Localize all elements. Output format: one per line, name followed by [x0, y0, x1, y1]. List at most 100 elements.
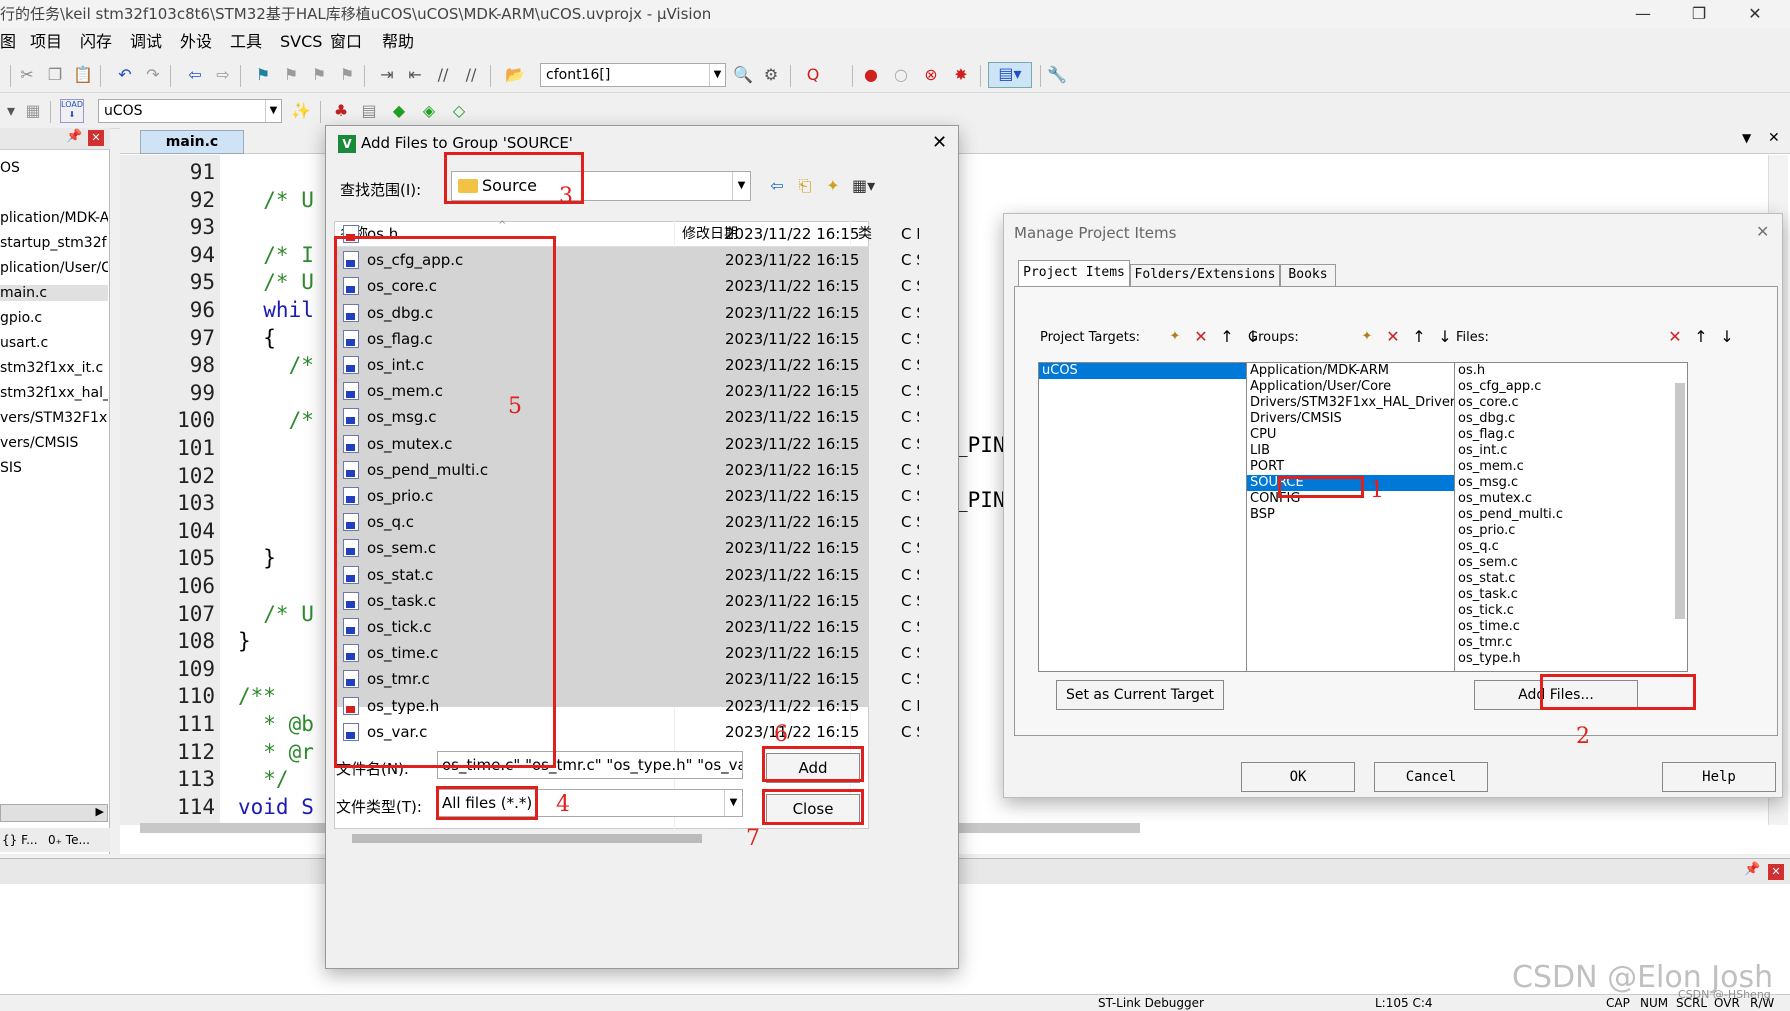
- delete-group-icon[interactable]: ✕: [1382, 326, 1404, 348]
- bookmark-prev-icon[interactable]: ⚑: [280, 64, 302, 86]
- close-pane-icon[interactable]: ✕: [88, 130, 104, 146]
- group-item[interactable]: PORT: [1247, 459, 1479, 475]
- tab-main-c[interactable]: main.c: [140, 130, 244, 154]
- project-file-item[interactable]: os_pend_multi.c: [1455, 507, 1687, 523]
- breakpoint-disable-all-icon[interactable]: ⊗: [920, 64, 942, 86]
- find-icon[interactable]: 🔍: [732, 64, 754, 86]
- file-row[interactable]: os_msg.c 2023/11/22 16:15 C S: [335, 404, 943, 430]
- tree-item[interactable]: stm32f1xx_it.c: [0, 360, 108, 376]
- up-folder-icon[interactable]: ⎗: [794, 175, 816, 197]
- close-button[interactable]: Close: [766, 794, 860, 824]
- target-combo[interactable]: uCOS ▼: [98, 99, 282, 123]
- chevron-down-icon[interactable]: ▼: [724, 790, 742, 816]
- file-row[interactable]: os_int.c 2023/11/22 16:15 C S: [335, 352, 943, 378]
- menu-item-flash[interactable]: 闪存: [80, 28, 112, 56]
- tab-list-icon[interactable]: ▼: [1742, 131, 1751, 145]
- project-file-item[interactable]: os_tick.c: [1455, 603, 1687, 619]
- pack-installer-icon[interactable]: ◈: [418, 100, 440, 122]
- menu-item-debug[interactable]: 调试: [130, 28, 162, 56]
- file-row[interactable]: os_cfg_app.c 2023/11/22 16:15 C S: [335, 247, 943, 273]
- project-file-item[interactable]: os_sem.c: [1455, 555, 1687, 571]
- debug-session-icon[interactable]: Q: [802, 64, 824, 86]
- project-file-item[interactable]: os_mutex.c: [1455, 491, 1687, 507]
- group-item[interactable]: BSP: [1247, 507, 1479, 523]
- batch-build-icon[interactable]: ▦: [22, 100, 44, 122]
- bookmark-icon[interactable]: ⚑: [252, 64, 274, 86]
- close-output-icon[interactable]: ✕: [1768, 864, 1784, 880]
- group-item[interactable]: Drivers/STM32F1xx_HAL_Driver: [1247, 395, 1479, 411]
- breakpoint-kill-icon[interactable]: ✸: [950, 64, 972, 86]
- group-item[interactable]: Application/User/Core: [1247, 379, 1479, 395]
- file-row[interactable]: os_mem.c 2023/11/22 16:15 C S: [335, 378, 943, 404]
- group-item[interactable]: Drivers/CMSIS: [1247, 411, 1479, 427]
- group-item[interactable]: CPU: [1247, 427, 1479, 443]
- move-down-icon[interactable]: ↓: [1716, 326, 1738, 348]
- menu-item-view[interactable]: 图: [0, 28, 16, 56]
- comment-icon[interactable]: //: [432, 64, 454, 86]
- filename-input[interactable]: os_time.c" "os_tmr.c" "os_type.h" "os_va…: [437, 751, 743, 779]
- file-row[interactable]: os_pend_multi.c 2023/11/22 16:15 C S: [335, 457, 943, 483]
- horizontal-scrollbar[interactable]: ▶: [0, 804, 108, 822]
- project-file-item[interactable]: os_tmr.c: [1455, 635, 1687, 651]
- file-row[interactable]: os_mutex.c 2023/11/22 16:15 C S: [335, 431, 943, 457]
- file-row[interactable]: os_core.c 2023/11/22 16:15 C S: [335, 273, 943, 299]
- font-combo[interactable]: cfont16[] ▼: [540, 63, 726, 87]
- run-env-icon[interactable]: ◇: [448, 100, 470, 122]
- menu-item-project[interactable]: 项目: [30, 28, 62, 56]
- ok-button[interactable]: OK: [1241, 762, 1355, 792]
- close-icon[interactable]: ✕: [1756, 222, 1769, 241]
- file-row[interactable]: os_prio.c 2023/11/22 16:15 C S: [335, 483, 943, 509]
- back-icon[interactable]: ⇦: [766, 175, 788, 197]
- tree-item[interactable]: OS: [0, 160, 108, 176]
- move-up-icon[interactable]: ↑: [1216, 326, 1238, 348]
- project-file-item[interactable]: os_msg.c: [1455, 475, 1687, 491]
- tree-item[interactable]: gpio.c: [0, 310, 108, 326]
- window-layout-icon[interactable]: ▤▾: [988, 62, 1032, 88]
- find-in-files-icon[interactable]: 📂: [504, 64, 526, 86]
- paste-icon[interactable]: 📋: [72, 64, 94, 86]
- tab-folders-extensions[interactable]: Folders/Extensions: [1130, 264, 1280, 286]
- breakpoint-icon[interactable]: ●: [860, 64, 882, 86]
- files-list[interactable]: os.h os_cfg_app.c os_core.c os_dbg.c os_flag…: [1454, 362, 1688, 672]
- lookin-combo[interactable]: Source ▼: [451, 171, 751, 201]
- tab-project-items[interactable]: Project Items: [1018, 260, 1130, 286]
- chevron-down-icon[interactable]: ▼: [265, 100, 281, 122]
- tree-item[interactable]: plication/MDK-AI: [0, 210, 108, 226]
- menu-item-help[interactable]: 帮助: [382, 28, 414, 56]
- bookmark-clear-icon[interactable]: ⚑: [336, 64, 358, 86]
- group-item[interactable]: Application/MDK-ARM: [1247, 363, 1479, 379]
- project-file-item[interactable]: os_dbg.c: [1455, 411, 1687, 427]
- chevron-down-icon[interactable]: ▼: [732, 172, 750, 200]
- tree-item[interactable]: startup_stm32f1: [0, 235, 108, 251]
- target-item[interactable]: uCOS: [1039, 363, 1275, 379]
- tab-books[interactable]: Books: [1280, 264, 1336, 286]
- close-icon[interactable]: ✕: [932, 132, 947, 153]
- targets-list[interactable]: uCOS: [1038, 362, 1276, 672]
- tree-item[interactable]: SIS: [0, 460, 108, 476]
- move-down-icon[interactable]: ↓: [1434, 326, 1456, 348]
- file-row[interactable]: os_time.c 2023/11/22 16:15 C S: [335, 640, 943, 666]
- close-window-icon[interactable]: ✕: [1732, 0, 1778, 28]
- file-extensions-icon[interactable]: ♣: [330, 100, 352, 122]
- new-group-icon[interactable]: ✦: [1356, 326, 1378, 348]
- nav-back-icon[interactable]: ⇦: [184, 64, 206, 86]
- load-icon[interactable]: LOAD ⬇: [60, 99, 84, 123]
- project-file-item[interactable]: os.h: [1455, 363, 1687, 379]
- close-tab-icon[interactable]: ✕: [1768, 130, 1780, 146]
- project-file-item[interactable]: os_core.c: [1455, 395, 1687, 411]
- files-scrollbar-thumb[interactable]: [1675, 383, 1685, 619]
- project-file-item[interactable]: os_flag.c: [1455, 427, 1687, 443]
- restore-icon[interactable]: ❐: [1676, 0, 1722, 28]
- nav-forward-icon[interactable]: ⇨: [212, 64, 234, 86]
- tab-functions[interactable]: {} F...: [2, 828, 38, 852]
- tree-item-selected[interactable]: main.c: [0, 285, 108, 301]
- project-file-item[interactable]: os_int.c: [1455, 443, 1687, 459]
- project-file-item[interactable]: os_type.h: [1455, 651, 1687, 667]
- new-target-icon[interactable]: ✦: [1164, 326, 1186, 348]
- copy-icon[interactable]: ❐: [44, 64, 66, 86]
- project-file-item[interactable]: os_stat.c: [1455, 571, 1687, 587]
- set-current-target-button[interactable]: Set as Current Target: [1056, 680, 1224, 710]
- tree-item[interactable]: usart.c: [0, 335, 108, 351]
- menu-item-window[interactable]: 窗口: [330, 28, 362, 56]
- move-up-icon[interactable]: ↑: [1690, 326, 1712, 348]
